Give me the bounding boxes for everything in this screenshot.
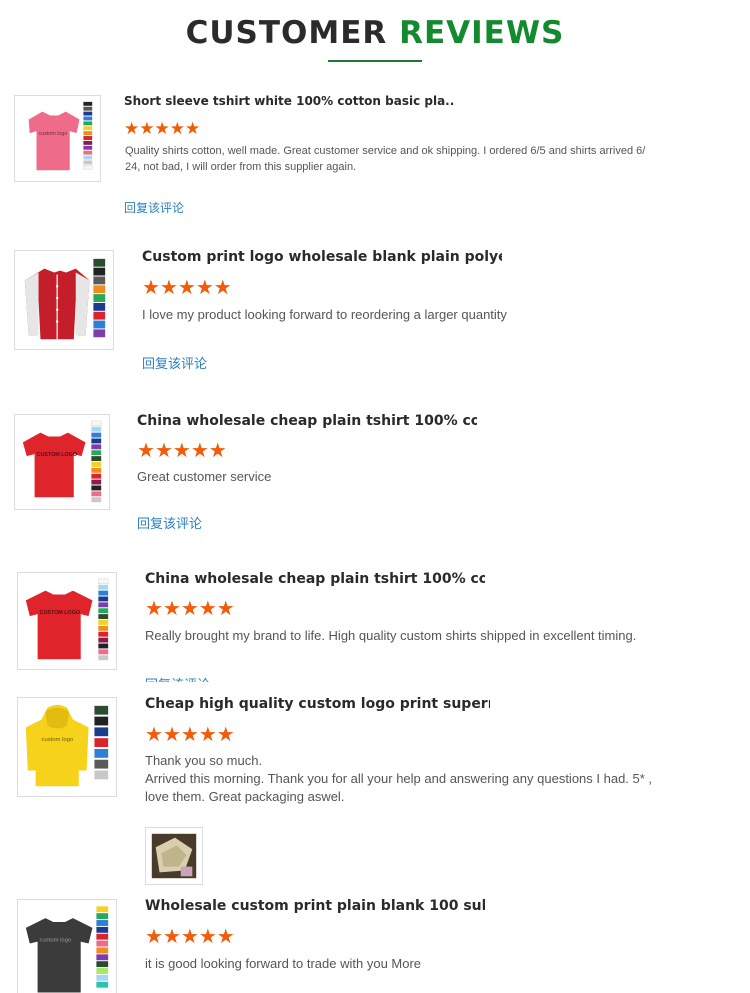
product-thumbnail[interactable]: CUSTOM LOGO [17,572,117,670]
review-product-title[interactable]: Short sleeve tshirt white 100% cotton ba… [124,94,454,108]
star-rating: ★★★★★ [145,599,235,619]
star-icon: ★ [145,598,163,620]
star-icon: ★ [169,119,185,138]
review-product-title[interactable]: Cheap high quality custom logo print sup… [145,696,490,712]
product-thumbnail[interactable]: custom logo [17,899,117,993]
star-rating: ★★★★★ [124,120,200,137]
star-icon: ★ [162,724,181,746]
star-icon: ★ [195,277,214,299]
star-icon: ★ [124,119,140,138]
star-icon: ★ [216,598,235,620]
star-icon: ★ [139,119,155,138]
review-text: it is good looking forward to trade with… [145,956,422,971]
star-icon: ★ [198,598,217,620]
star-icon: ★ [154,440,173,462]
star-icon: ★ [145,926,163,948]
reviews-header: CUSTOMER REVIEWS [0,14,750,62]
star-icon: ★ [213,277,232,299]
star-rating: ★★★★★ [145,927,235,947]
product-thumbnail[interactable] [14,250,114,350]
star-icon: ★ [198,724,217,746]
star-icon: ★ [177,277,196,299]
star-icon: ★ [172,440,191,462]
star-icon: ★ [180,598,199,620]
reply-to-review-link[interactable]: 回复该评论 [145,674,210,682]
star-icon: ★ [180,926,199,948]
star-icon: ★ [162,598,181,620]
star-icon: ★ [154,119,170,138]
title-word-customer: CUSTOMER [185,15,388,51]
star-icon: ★ [185,119,201,138]
star-icon: ★ [137,440,155,462]
thumbnail-logo-text: CUSTOM LOGO [40,610,81,616]
review-text: Thank you so much. Arrived this morning.… [145,753,653,804]
star-icon: ★ [162,926,181,948]
product-thumbnail[interactable]: CUSTOM LOGO [14,414,110,510]
thumbnail-logo-text: CUSTOM LOGO [37,452,78,458]
review-text: I love my product looking forward to reo… [142,307,507,322]
title-underline [328,60,422,62]
star-icon: ★ [190,440,209,462]
review-product-title[interactable]: Wholesale custom print plain blank 100 s… [145,898,485,914]
star-rating: ★★★★★ [145,725,235,745]
review-text: Quality shirts cotton, well made. Great … [125,145,646,173]
page-title: CUSTOMER REVIEWS [0,14,750,52]
reply-to-review-link[interactable]: 回复该评论 [137,513,202,532]
star-rating: ★★★★★ [137,441,227,461]
reply-to-review-link[interactable]: 回复该评论 [124,199,184,216]
star-icon: ★ [216,926,235,948]
star-icon: ★ [180,724,199,746]
product-thumbnail[interactable]: custom logo [14,95,101,182]
star-icon: ★ [208,440,227,462]
thumbnail-logo-text: custom logo [42,737,74,743]
star-icon: ★ [142,277,160,299]
star-icon: ★ [216,724,235,746]
thumbnail-logo-text: custom logo [40,938,72,944]
reply-link-clip: 回复该评论 [145,674,210,682]
product-thumbnail[interactable]: custom logo [17,697,117,797]
reply-to-review-link[interactable]: 回复该评论 [142,353,207,372]
star-rating: ★★★★★ [142,278,232,298]
review-text: Great customer service [137,469,272,484]
review-photo[interactable] [145,827,203,885]
star-icon: ★ [159,277,178,299]
star-icon: ★ [145,724,163,746]
review-product-title[interactable]: Custom print logo wholesale blank plain … [142,249,502,265]
review-product-title[interactable]: China wholesale cheap plain tshirt 100% … [145,571,485,587]
title-word-reviews: REVIEWS [399,15,565,51]
review-text: Really brought my brand to life. High qu… [145,628,637,643]
review-product-title[interactable]: China wholesale cheap plain tshirt 100% … [137,413,477,429]
thumbnail-logo-text: custom logo [38,131,67,137]
star-icon: ★ [198,926,217,948]
